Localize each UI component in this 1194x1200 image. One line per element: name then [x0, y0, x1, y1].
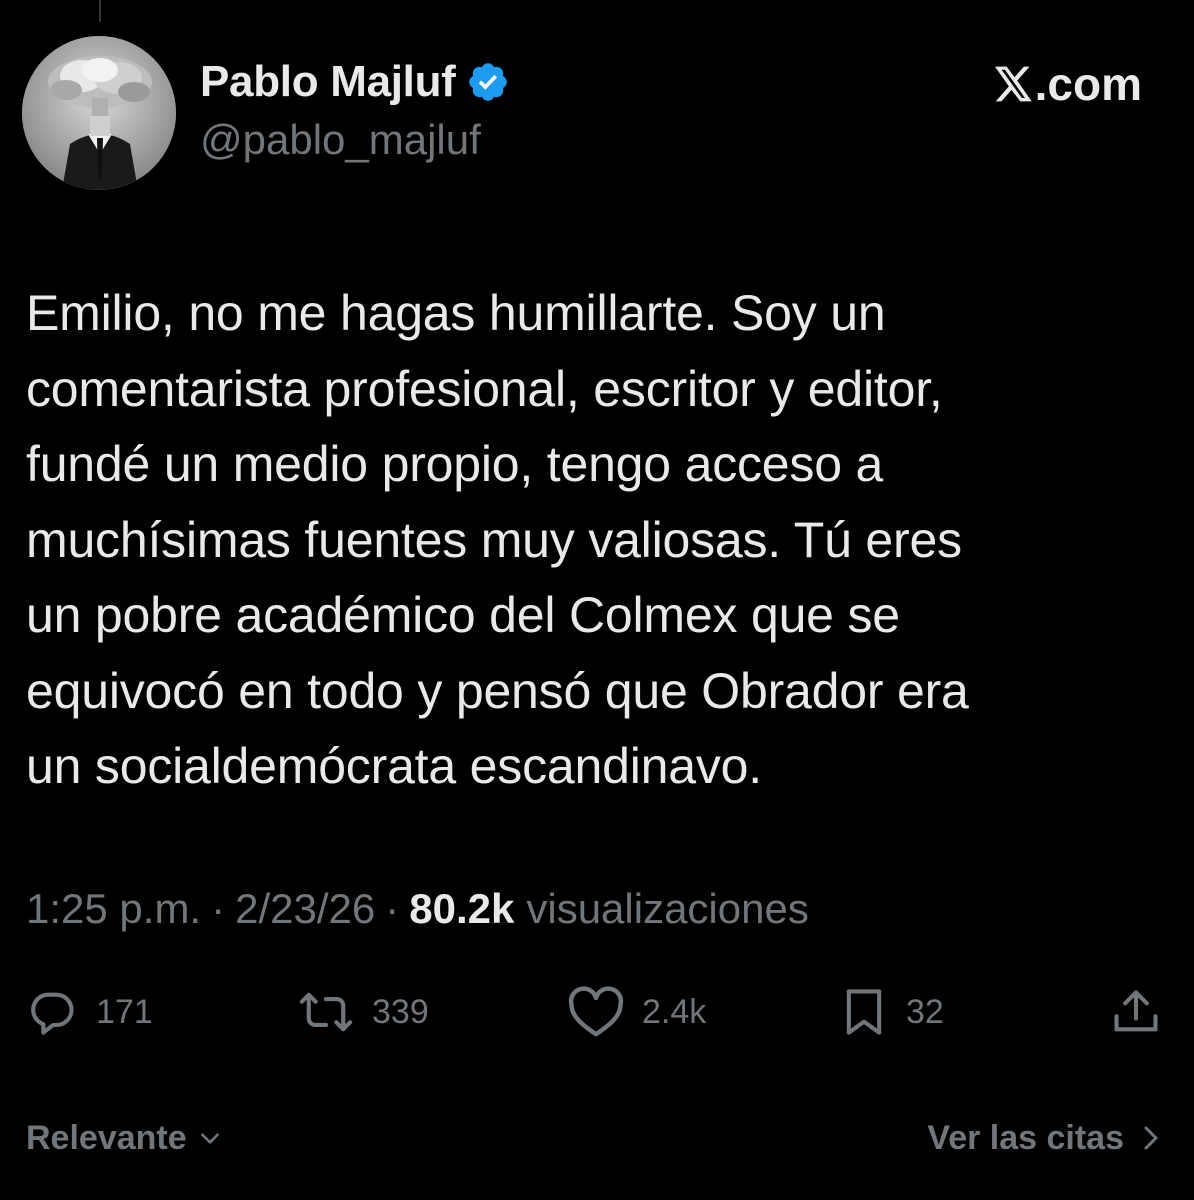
- verified-badge-icon: [466, 60, 510, 104]
- views-label: visualizaciones: [526, 885, 809, 932]
- view-quotes-label: Ver las citas: [927, 1118, 1124, 1157]
- meta-separator: ·: [385, 885, 400, 932]
- like-button[interactable]: 2.4k: [568, 980, 706, 1044]
- author-handle[interactable]: @pablo_majluf: [200, 116, 481, 164]
- sort-label: Relevante: [26, 1118, 187, 1157]
- share-icon: [1114, 990, 1158, 1032]
- avatar-image: [22, 36, 176, 190]
- chevron-right-icon: [1144, 1126, 1158, 1150]
- tweet-line: fundé un medio propio, tengo acceso a: [26, 436, 884, 492]
- brand-logo: .com: [994, 54, 1142, 114]
- view-quotes-link[interactable]: Ver las citas: [927, 1110, 1162, 1166]
- tweet-line: comentarista profesional, escritor y edi…: [26, 360, 943, 417]
- repost-count: 339: [372, 992, 429, 1031]
- bookmark-icon: [846, 989, 882, 1035]
- share-button[interactable]: [1110, 980, 1162, 1044]
- tweet-text: Emilio, no me hagas humillarte. Soy un c…: [26, 276, 1166, 805]
- tweet-line: un pobre académico del Colmex que se: [26, 587, 900, 643]
- tweet-line: equivocó en todo y pensó que Obrador era: [26, 662, 969, 719]
- tweet-line: un socialdemócrata escandinavo.: [26, 738, 762, 794]
- thread-connector-line: [99, 0, 101, 22]
- tweet-time[interactable]: 1:25 p.m.: [26, 885, 201, 933]
- heart-icon: [568, 986, 624, 1037]
- chevron-down-icon: [200, 1133, 219, 1144]
- brand-domain-label: .com: [1034, 58, 1142, 110]
- like-count: 2.4k: [642, 992, 707, 1031]
- tweet-actions-bar: 171 339 2.4k 32: [0, 980, 1194, 1044]
- tweet-line: Emilio, no me hagas humillarte. Soy un: [26, 285, 886, 341]
- author-display-name[interactable]: Pablo Majluf: [200, 57, 456, 107]
- tweet-meta: 1:25 p.m. · 2/23/26 · 80.2k visualizacio…: [26, 878, 809, 940]
- reply-icon: [31, 992, 74, 1035]
- bookmark-count: 32: [906, 992, 944, 1031]
- bookmark-button[interactable]: 32: [840, 980, 944, 1044]
- avatar[interactable]: [22, 36, 176, 190]
- sort-replies-dropdown[interactable]: Relevante: [26, 1110, 223, 1166]
- repost-icon: [299, 992, 353, 1032]
- views-count[interactable]: 80.2k: [409, 885, 514, 933]
- x-logo-icon: [994, 66, 1032, 102]
- author-name-row[interactable]: Pablo Majluf: [200, 52, 510, 112]
- tweet-date[interactable]: 2/23/26: [235, 885, 375, 933]
- reply-count: 171: [96, 992, 153, 1031]
- reply-button[interactable]: 171: [26, 980, 153, 1044]
- meta-separator: ·: [211, 885, 226, 932]
- repost-button[interactable]: 339: [298, 980, 429, 1044]
- tweet-line: muchísimas fuentes muy valiosas. Tú eres: [26, 511, 962, 568]
